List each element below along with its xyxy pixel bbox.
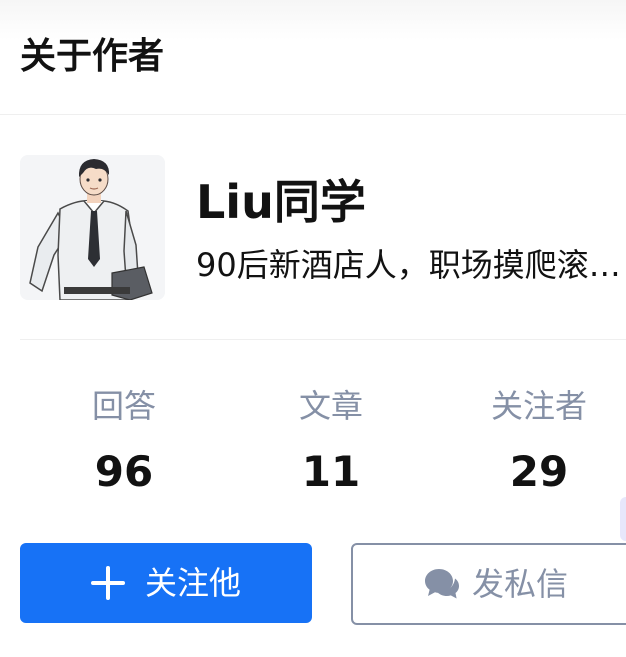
stat-answers[interactable]: 回答 96 [24, 384, 224, 500]
header-divider [0, 114, 626, 115]
author-bio: 90后新酒店人，职场摸爬滚打中的酒店从业者 [196, 246, 626, 284]
send-message-button-label: 发私信 [472, 565, 569, 603]
follow-button-label: 关注他 [144, 564, 241, 602]
section-title: 关于作者 [20, 36, 165, 77]
stats-divider [20, 339, 626, 340]
author-name[interactable]: Liu同学 [196, 172, 366, 232]
send-message-button[interactable]: 发私信 [351, 543, 626, 625]
avatar-illustration [20, 155, 165, 300]
author-avatar[interactable] [20, 155, 165, 300]
follow-button[interactable]: 关注他 [20, 543, 312, 623]
chat-bubbles-icon [425, 569, 459, 599]
stat-label: 关注者 [490, 387, 587, 425]
floating-widget-edge[interactable] [620, 497, 626, 541]
card-header: 关于作者 [0, 0, 626, 114]
stat-followers[interactable]: 关注者 29 [439, 384, 626, 500]
stat-articles[interactable]: 文章 11 [231, 384, 431, 500]
stat-value: 96 [94, 447, 154, 496]
about-author-card: 关于作者 Liu同学 90后新酒店人，职场摸爬滚打 回答 96 文章 11 关注… [0, 0, 626, 657]
stat-value: 29 [509, 447, 569, 496]
stat-value: 11 [301, 447, 361, 496]
plus-icon [90, 566, 125, 600]
stat-label: 文章 [298, 387, 363, 425]
stat-label: 回答 [91, 387, 156, 425]
